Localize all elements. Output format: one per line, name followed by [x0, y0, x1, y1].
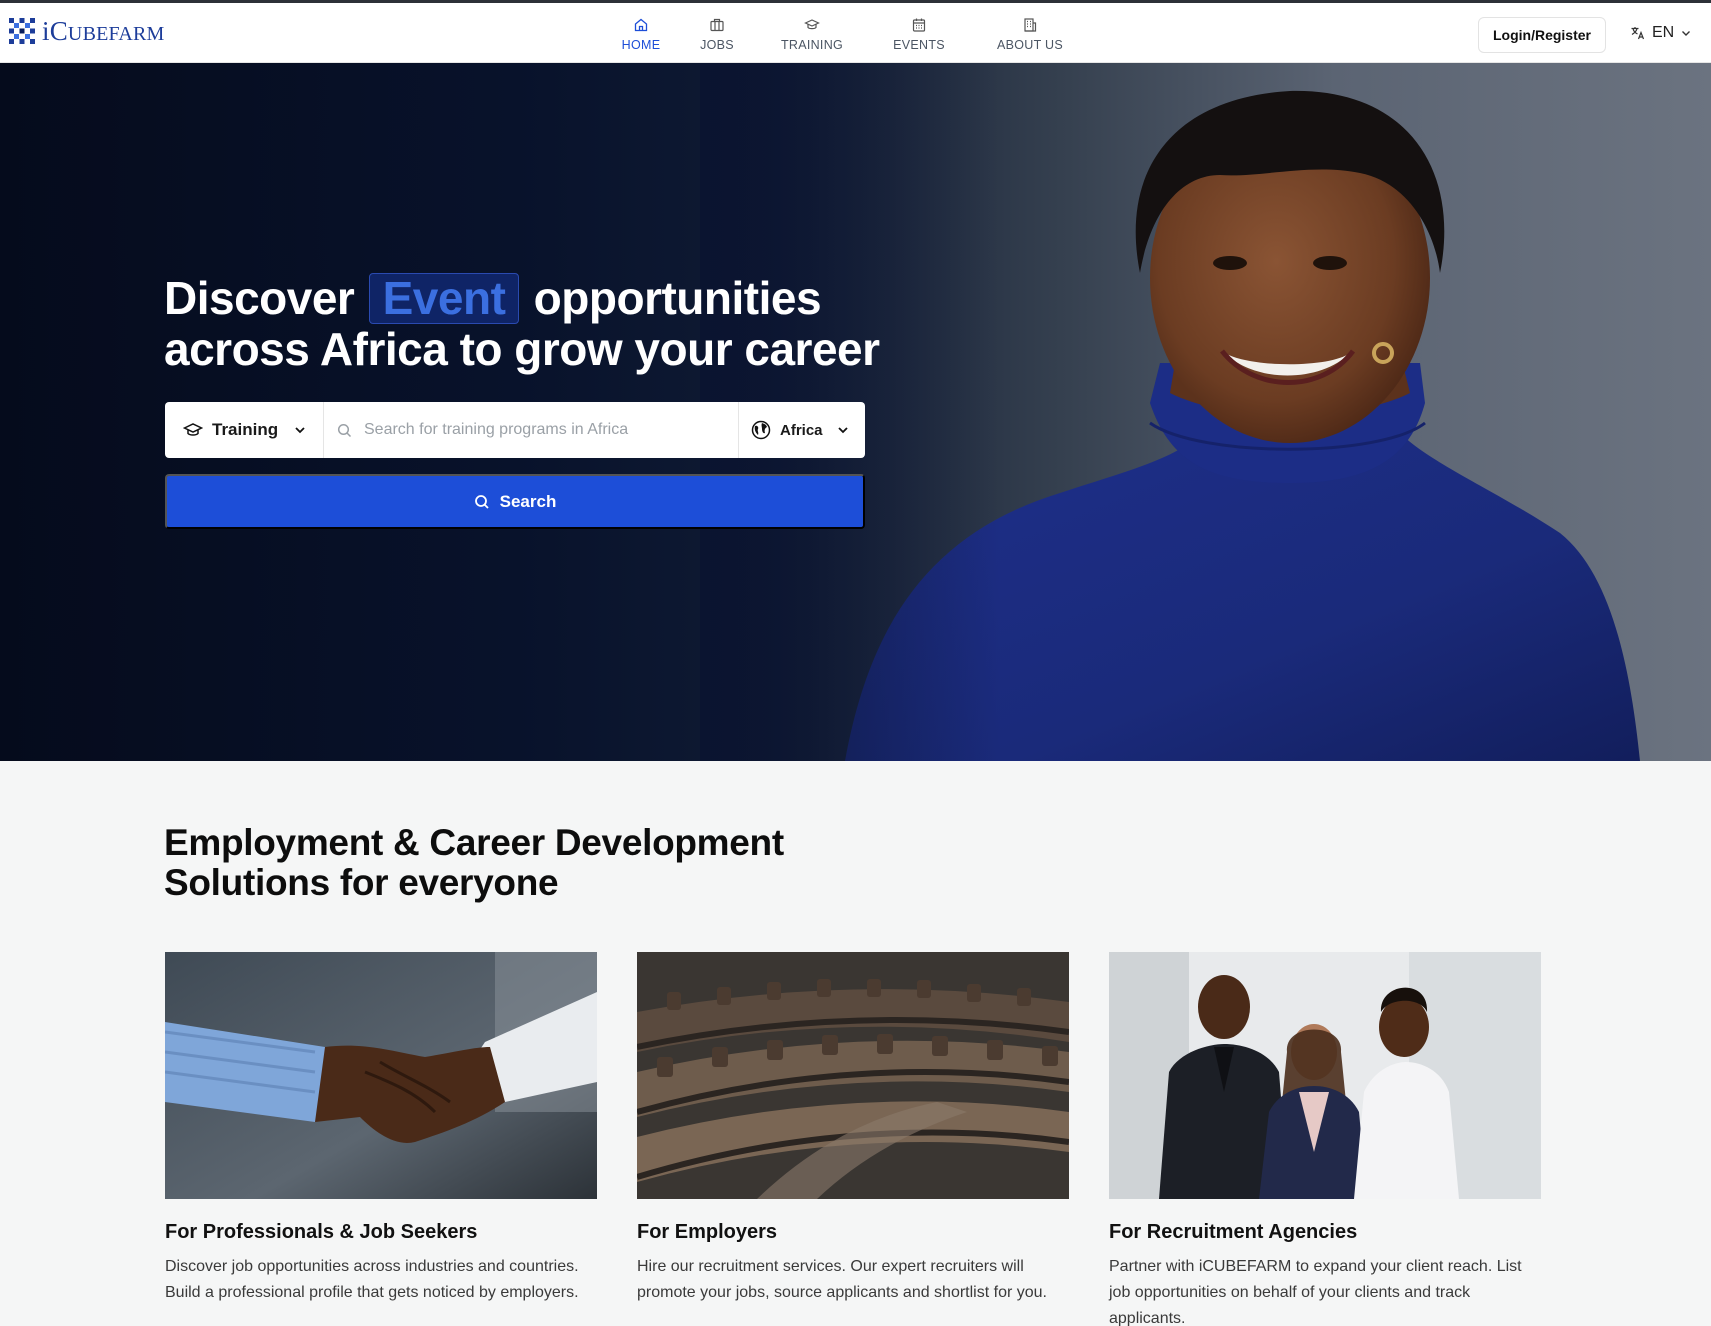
search-button[interactable]: Search: [165, 474, 865, 529]
team-photo-image: [1109, 952, 1541, 1199]
language-selector[interactable]: EN: [1630, 24, 1692, 42]
handshake-image: [165, 952, 597, 1199]
hero-title-highlight: Event: [368, 273, 520, 324]
nav-item-jobs[interactable]: JOBS: [697, 13, 737, 57]
brand-name-rest: UBEFARM: [67, 22, 165, 45]
nav-item-home[interactable]: HOME: [612, 13, 670, 57]
region-dropdown[interactable]: Africa: [739, 402, 865, 458]
brand-name: iCUBEFARM: [42, 15, 165, 46]
login-register-button[interactable]: Login/Register: [1478, 17, 1606, 53]
hero-title-line2: across Africa to grow your career: [164, 323, 880, 375]
page: iCUBEFARM HOME JOBS TRAINING EVENTS ABOU…: [0, 0, 1711, 1326]
solutions-title: Employment & Career Development Solution…: [164, 823, 864, 903]
card-title: For Recruitment Agencies: [1109, 1221, 1358, 1243]
language-label: EN: [1652, 24, 1675, 41]
card-text: Discover job opportunities across indust…: [165, 1258, 579, 1301]
nav-label-about-us: ABOUT US: [996, 38, 1064, 52]
nav-label-jobs: JOBS: [700, 38, 734, 52]
nav-item-events[interactable]: EVENTS: [891, 13, 947, 57]
search-button-label: Search: [499, 491, 557, 511]
hero-title-prefix: Discover: [164, 272, 355, 324]
brand-logo[interactable]: iCUBEFARM: [8, 17, 165, 45]
globe-icon: [751, 420, 771, 440]
card-text: Hire our recruitment services. Our exper…: [637, 1258, 1047, 1301]
brand-name-c: C: [49, 15, 68, 46]
search-icon: [474, 494, 489, 509]
graduation-cap-icon: [804, 19, 820, 30]
hero-title-line1-suffix: opportunities: [533, 272, 822, 324]
search-type-dropdown[interactable]: Training: [165, 402, 324, 458]
hero-section: Discover Event opportunities across Afri…: [0, 63, 1711, 761]
nav-label-events: EVENTS: [893, 38, 945, 52]
chevron-down-icon: [837, 427, 848, 434]
chevron-down-icon: [1682, 31, 1691, 36]
auditorium-image: [637, 952, 1069, 1199]
solution-card-recruitment-agencies[interactable]: For Recruitment Agencies Partner with iC…: [1109, 952, 1541, 1326]
search-input[interactable]: [364, 421, 724, 439]
chevron-down-icon: [295, 427, 305, 434]
card-title: For Employers: [637, 1221, 778, 1243]
search-input-wrapper: [324, 402, 739, 458]
nav-item-training[interactable]: TRAINING: [779, 13, 845, 57]
main-nav: HOME JOBS TRAINING EVENTS ABOUT US: [612, 13, 1065, 57]
nav-label-home: HOME: [621, 38, 661, 52]
building-icon: [1024, 18, 1037, 32]
hero-title: Discover Event opportunities across Afri…: [164, 273, 924, 375]
card-text: Partner with iCUBEFARM to expand your cl…: [1109, 1258, 1522, 1326]
translate-icon: [1631, 27, 1645, 40]
solutions-title-line1: Employment & Career Development: [164, 822, 784, 863]
graduation-cap-icon: [183, 423, 203, 436]
solution-card-employers[interactable]: For Employers Hire our recruitment servi…: [637, 952, 1069, 1306]
region-label: Africa: [780, 421, 823, 439]
navbar: iCUBEFARM HOME JOBS TRAINING EVENTS ABOU…: [0, 3, 1711, 63]
brand-name-i: i: [42, 15, 50, 46]
search-icon: [337, 423, 352, 437]
solutions-title-line2: Solutions for everyone: [164, 862, 559, 903]
logo-mark-icon: [9, 18, 35, 44]
solution-card-professionals[interactable]: For Professionals & Job Seekers Discover…: [165, 952, 597, 1306]
search-bar: Training Africa: [165, 402, 865, 458]
briefcase-icon: [710, 18, 724, 32]
search-type-label: Training: [212, 420, 279, 439]
calendar-icon: [912, 18, 926, 32]
nav-label-training: TRAINING: [780, 38, 844, 52]
nav-item-about-us[interactable]: ABOUT US: [995, 13, 1065, 57]
card-title: For Professionals & Job Seekers: [165, 1221, 478, 1243]
home-icon: [634, 18, 648, 32]
